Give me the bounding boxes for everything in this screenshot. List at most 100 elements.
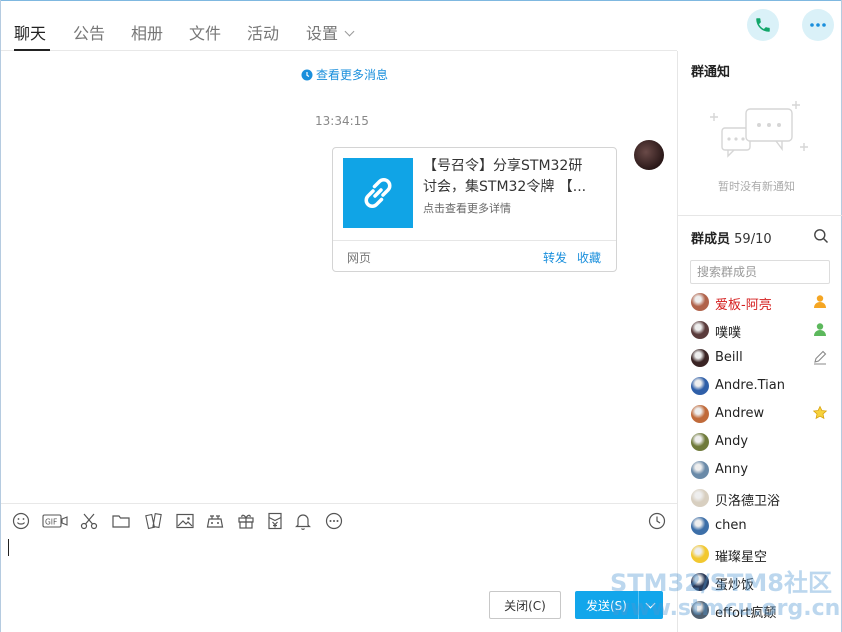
search-icon[interactable] [813, 228, 829, 244]
close-button[interactable]: 关闭(C) [489, 591, 561, 619]
member-avatar [691, 321, 709, 339]
member-name: Beill [715, 350, 743, 365]
image-button[interactable] [175, 511, 195, 531]
remind-button[interactable] [293, 511, 313, 531]
more-messages-link[interactable]: 查看更多消息 [301, 66, 388, 83]
screenshot-button[interactable] [79, 511, 99, 531]
member-item[interactable]: 爱板-阿亮 [678, 287, 841, 315]
shake-button[interactable] [144, 511, 164, 531]
member-item[interactable]: Andy [678, 427, 841, 455]
history-icon [648, 512, 666, 530]
more-options-icon [325, 512, 343, 530]
red-packet-icon [268, 512, 282, 530]
member-name: 噗噗 [715, 326, 742, 341]
more-messages-label: 查看更多消息 [316, 68, 389, 82]
member-avatar [691, 573, 709, 591]
member-item[interactable]: Andrew [678, 399, 841, 427]
card-thumbnail [343, 158, 413, 228]
gif-icon: GIF [42, 514, 68, 528]
member-name: 贝洛德卫浴 [715, 494, 781, 509]
card-divider [333, 240, 616, 241]
member-name: 蛋炒饭 [715, 578, 755, 593]
tab-bar: 聊天 公告 相册 文件 活动 设置 [1, 1, 834, 51]
gift-icon [238, 514, 254, 529]
member-item[interactable]: 贝洛德卫浴 [678, 483, 841, 511]
send-button[interactable]: 发送(S) [575, 591, 638, 619]
tab-files[interactable]: 文件 [189, 20, 221, 44]
member-item[interactable]: Andre.Tian [678, 371, 841, 399]
game-button[interactable] [205, 511, 225, 531]
member-avatar [691, 377, 709, 395]
link-icon [364, 178, 392, 208]
file-button[interactable] [111, 511, 131, 531]
more-icon [810, 23, 826, 27]
clock-icon [301, 69, 313, 80]
star-icon [812, 405, 828, 420]
group-notice-title: 群通知 [691, 65, 731, 80]
tab-settings[interactable]: 设置 [306, 20, 355, 44]
member-avatar [691, 433, 709, 451]
more-button[interactable] [802, 9, 834, 41]
member-name: Andrew [715, 406, 765, 421]
member-item[interactable]: chen [678, 511, 841, 539]
text-cursor [8, 539, 9, 556]
sidebar-divider [678, 215, 842, 216]
member-avatar [691, 517, 709, 535]
toolbar-divider [1, 503, 677, 504]
tab-announcements[interactable]: 公告 [73, 20, 105, 44]
member-item[interactable]: 璀璨星空 [678, 539, 841, 567]
tab-chat[interactable]: 聊天 [14, 20, 46, 44]
member-avatar [691, 461, 709, 479]
red-packet-button[interactable] [265, 511, 285, 531]
member-avatar [691, 349, 709, 367]
member-name: 璀璨星空 [715, 550, 768, 565]
empty-notice-text: 暂时没有新通知 [718, 180, 795, 193]
gif-button[interactable]: GIF [42, 511, 68, 531]
member-name: chen [715, 518, 747, 533]
member-search-input[interactable] [690, 260, 830, 284]
member-avatar [691, 601, 709, 619]
member-name: Anny [715, 462, 749, 477]
empty-notice-illustration-icon [710, 101, 808, 158]
history-button[interactable] [647, 511, 667, 531]
group-sidebar: 群通知 暂时没有新通知 群成员 59/10 爱板-阿亮噗噗 Beill Andre.… [677, 51, 842, 632]
call-button[interactable] [747, 9, 779, 41]
bell-icon [295, 514, 311, 530]
shake-icon [145, 512, 162, 530]
member-item[interactable]: effort疯颠 [678, 595, 841, 623]
svg-text:GIF: GIF [45, 518, 57, 527]
gift-button[interactable] [236, 511, 256, 531]
card-subtitle: 点击查看更多详情 [423, 202, 511, 215]
send-options-dropdown[interactable] [638, 591, 663, 619]
forward-link[interactable]: 转发 [543, 249, 567, 266]
card-source: 网页 [347, 251, 372, 265]
phone-icon [756, 18, 770, 32]
link-card-message[interactable]: 【号召令】分享STM32研 讨会，集STM32令牌 【... 点击查看更多详情 … [332, 147, 617, 272]
more-tools-button[interactable] [324, 511, 344, 531]
member-avatar [691, 293, 709, 311]
member-item[interactable]: 蛋炒饭 [678, 567, 841, 595]
owner-icon [814, 295, 826, 308]
tab-activities[interactable]: 活动 [247, 20, 279, 44]
admin-icon [814, 323, 826, 336]
tab-album[interactable]: 相册 [131, 20, 163, 44]
folder-icon [112, 515, 130, 528]
member-avatar [691, 405, 709, 423]
member-avatar [691, 545, 709, 563]
emoji-button[interactable] [11, 511, 31, 531]
favorite-link[interactable]: 收藏 [577, 249, 601, 266]
members-title: 群成员 [691, 232, 731, 247]
member-item[interactable]: Beill [678, 343, 841, 371]
avatar[interactable] [634, 140, 664, 170]
edit-icon [814, 350, 827, 365]
card-title: 【号召令】分享STM32研 讨会，集STM32令牌 【... [423, 156, 605, 198]
member-name: Andre.Tian [715, 378, 785, 393]
message-input[interactable] [1, 535, 677, 585]
card-title-line-1: 【号召令】分享STM32研 [423, 158, 583, 174]
members-header: 群成员 59/10 [691, 228, 772, 247]
active-tab-indicator [14, 49, 50, 51]
card-title-line-2: 讨会，集STM32令牌 【... [423, 179, 587, 195]
member-item[interactable]: Anny [678, 455, 841, 483]
member-item[interactable]: 噗噗 [678, 315, 841, 343]
members-count: 59/10 [734, 232, 772, 247]
